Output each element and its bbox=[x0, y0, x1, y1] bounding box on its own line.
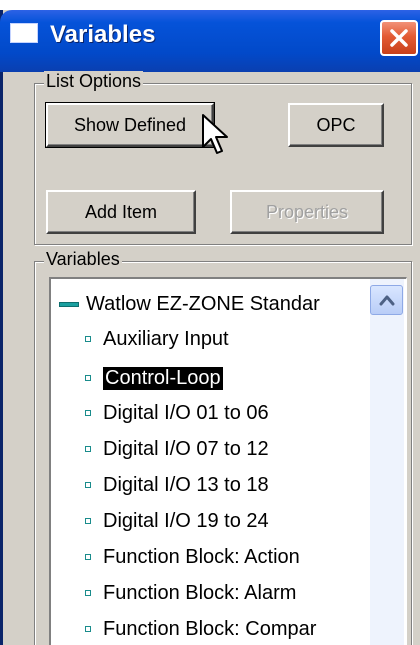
close-icon bbox=[390, 29, 408, 47]
tree-item[interactable]: Function Block: Action bbox=[85, 542, 300, 572]
leaf-icon bbox=[85, 336, 91, 342]
tree-item-label: Digital I/O 07 to 12 bbox=[103, 437, 269, 460]
tree-item[interactable]: Function Block: Compar bbox=[85, 614, 316, 644]
mouse-pointer-icon bbox=[202, 114, 228, 154]
tree-item-label: Digital I/O 13 to 18 bbox=[103, 473, 269, 496]
list-options-label: List Options bbox=[44, 71, 144, 92]
tree-item[interactable]: Digital I/O 13 to 18 bbox=[85, 470, 269, 500]
close-button[interactable] bbox=[380, 20, 418, 56]
show-defined-button[interactable]: Show Defined bbox=[45, 102, 215, 148]
leaf-icon bbox=[85, 446, 91, 452]
window-frame-edge bbox=[0, 10, 3, 645]
leaf-icon bbox=[85, 626, 91, 632]
properties-button[interactable]: Properties bbox=[230, 190, 384, 234]
tree-item-label: Digital I/O 19 to 24 bbox=[103, 509, 269, 532]
chevron-up-icon bbox=[379, 295, 395, 306]
tree-item[interactable]: Digital I/O 07 to 12 bbox=[85, 434, 269, 464]
variables-group-label: Variables bbox=[44, 249, 122, 270]
tree-item-label: Function Block: Alarm bbox=[103, 581, 297, 604]
tree-item-label: Digital I/O 01 to 06 bbox=[103, 401, 269, 424]
tree-item[interactable]: Function Block: Alarm bbox=[85, 578, 296, 608]
collapse-icon[interactable] bbox=[59, 301, 79, 307]
tree-item[interactable]: Digital I/O 19 to 24 bbox=[85, 506, 269, 536]
variables-tree[interactable]: Watlow EZ-ZONE Standar Auxiliary Input C… bbox=[49, 277, 407, 645]
tree-item-label: Function Block: Compar bbox=[103, 617, 317, 640]
tree-item-selected[interactable]: Control-Loop bbox=[85, 363, 223, 393]
leaf-icon bbox=[85, 590, 91, 596]
tree-item-label: Auxiliary Input bbox=[103, 327, 229, 350]
leaf-icon bbox=[85, 518, 91, 524]
tree-item-label: Function Block: Action bbox=[103, 545, 300, 568]
tree-root-label: Watlow EZ-ZONE Standar bbox=[86, 292, 320, 315]
tree-item[interactable]: Auxiliary Input bbox=[85, 324, 229, 354]
tree-item-label: Control-Loop bbox=[103, 366, 223, 390]
vertical-scrollbar[interactable] bbox=[370, 279, 404, 645]
leaf-icon bbox=[85, 375, 91, 381]
tree-item[interactable]: Digital I/O 01 to 06 bbox=[85, 398, 269, 428]
tree-root[interactable]: Watlow EZ-ZONE Standar bbox=[59, 289, 320, 319]
opc-button[interactable]: OPC bbox=[288, 103, 384, 147]
leaf-icon bbox=[85, 482, 91, 488]
leaf-icon bbox=[85, 410, 91, 416]
window-title: Variables bbox=[50, 21, 156, 48]
window-icon bbox=[10, 23, 38, 43]
add-item-button[interactable]: Add Item bbox=[46, 190, 196, 234]
leaf-icon bbox=[85, 554, 91, 560]
scroll-up-button[interactable] bbox=[370, 285, 403, 315]
